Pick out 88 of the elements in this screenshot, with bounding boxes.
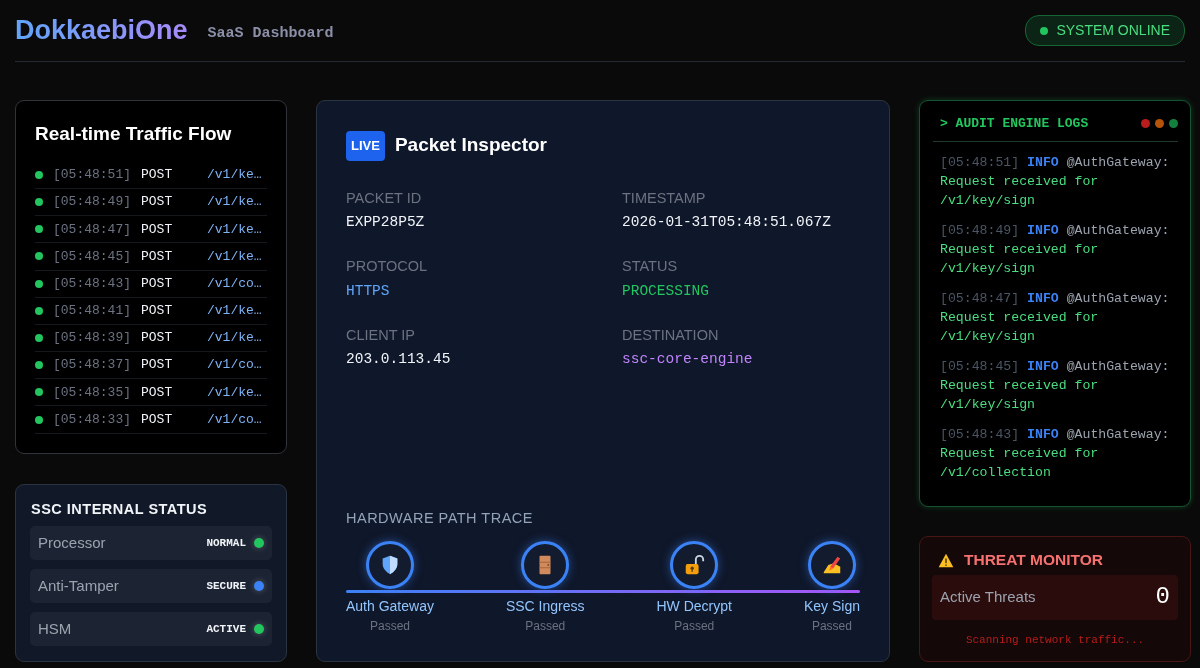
timestamp: [05:48:49] xyxy=(53,193,131,212)
http-method: POST xyxy=(141,220,174,239)
field-label: DESTINATION xyxy=(622,325,720,345)
step-label: Auth Gateway xyxy=(346,597,434,616)
step-status: Passed xyxy=(674,618,715,635)
metric-label: Active Threats xyxy=(940,586,1037,607)
timestamp: [05:48:33] xyxy=(53,410,131,429)
warning-icon xyxy=(938,552,954,568)
http-method: POST xyxy=(141,329,174,348)
request-path: /v1/ke… xyxy=(207,329,262,348)
http-method: POST xyxy=(141,274,174,293)
field-value: ssc-core-engine xyxy=(622,350,754,370)
panel-title: SSC INTERNAL STATUS xyxy=(31,501,209,519)
timestamp: [05:48:51] xyxy=(53,166,131,185)
http-method: POST xyxy=(141,193,174,212)
status-value: NORMAL xyxy=(206,536,246,552)
panel-title: Real-time Traffic Flow xyxy=(35,123,233,146)
status-dot xyxy=(35,170,43,179)
field-value: HTTPS xyxy=(346,281,391,301)
status-name: Processor xyxy=(38,533,107,554)
panel-title: Packet Inspector xyxy=(394,134,547,158)
http-method: POST xyxy=(141,410,174,429)
status-dot xyxy=(35,334,43,342)
status-dot xyxy=(35,415,43,424)
log-entry: [05:48:45] INFO @AuthGateway: Request received for /v1/key/sign xyxy=(940,357,1171,414)
scan-status: Scanning network traffic... xyxy=(964,632,1146,648)
log-entry: [05:48:49] INFO @AuthGateway: Request received for /v1/key/sign xyxy=(940,221,1171,278)
status-name: HSM xyxy=(38,619,73,640)
request-path: /v1/ke… xyxy=(207,220,262,239)
log-entry: [05:48:43] INFO @AuthGateway: Request received for /v1/collection xyxy=(940,425,1171,482)
window-dot xyxy=(1155,119,1164,129)
padlock-icon xyxy=(683,554,706,576)
field-label: TIMESTAMP xyxy=(622,188,707,208)
request-path: /v1/ke… xyxy=(207,383,262,402)
http-method: POST xyxy=(141,356,174,375)
status-dot xyxy=(35,198,43,207)
timestamp: [05:48:41] xyxy=(53,302,131,321)
step-label: Key Sign xyxy=(803,597,860,616)
log-entry: [05:48:51] INFO @AuthGateway: Request received for /v1/key/sign xyxy=(940,153,1171,210)
field-label: PACKET ID xyxy=(346,188,423,208)
http-method: POST xyxy=(141,247,174,266)
field-value: 2026-01-31T05:48:51.067Z xyxy=(622,213,832,233)
http-method: POST xyxy=(141,302,174,321)
request-path: /v1/ke… xyxy=(207,302,262,321)
step-status: Passed xyxy=(369,618,410,635)
status-dot xyxy=(35,225,43,234)
request-path: /v1/co… xyxy=(207,410,262,429)
request-path: /v1/ke… xyxy=(207,166,262,185)
field-label: CLIENT IP xyxy=(346,325,417,345)
timestamp: [05:48:45] xyxy=(53,247,131,266)
timestamp: [05:48:39] xyxy=(53,329,131,348)
status-dot xyxy=(35,306,43,315)
request-path: /v1/co… xyxy=(207,274,262,293)
step-label: HW Decrypt xyxy=(656,597,732,616)
field-label: PROTOCOL xyxy=(346,257,429,276)
timestamp: [05:48:37] xyxy=(53,356,131,375)
status-value: SECURE xyxy=(206,579,246,595)
request-path: /v1/ke… xyxy=(207,247,262,266)
window-dot xyxy=(1169,119,1178,129)
log-entry: [05:48:47] INFO @AuthGateway: Request received for /v1/key/sign xyxy=(940,289,1171,346)
request-path: /v1/co… xyxy=(207,356,262,375)
status-dot xyxy=(35,279,43,288)
panel-title: > AUDIT ENGINE LOGS xyxy=(939,115,1090,133)
timestamp: [05:48:43] xyxy=(53,274,131,293)
field-label: STATUS xyxy=(622,257,679,276)
http-method: POST xyxy=(141,383,174,402)
field-value: PROCESSING xyxy=(622,281,710,301)
section-title: HARDWARE PATH TRACE xyxy=(346,509,534,527)
field-value: 203.0.113.45 xyxy=(346,350,452,370)
step-status: Passed xyxy=(811,618,852,635)
step-status: Passed xyxy=(525,618,566,635)
field-value: EXPP28P5Z xyxy=(346,213,426,233)
live-badge: LIVE xyxy=(346,131,385,161)
status-dot xyxy=(35,252,43,261)
status-dot xyxy=(35,388,43,397)
step-label: SSC Ingress xyxy=(505,597,585,616)
status-label: SYSTEM ONLINE xyxy=(1056,21,1170,40)
status-value: ACTIVE xyxy=(206,622,246,638)
http-method: POST xyxy=(141,166,174,185)
metric-value: 0 xyxy=(1155,582,1170,613)
timestamp: [05:48:47] xyxy=(53,220,131,239)
window-dot xyxy=(1141,119,1150,129)
request-path: /v1/ke… xyxy=(207,193,262,212)
timestamp: [05:48:35] xyxy=(53,383,131,402)
status-name: Anti-Tamper xyxy=(38,576,120,597)
status-dot xyxy=(35,361,43,370)
dashboard-subtitle: SaaS Dashboard xyxy=(207,24,334,45)
panel-title: THREAT MONITOR xyxy=(964,551,1103,570)
